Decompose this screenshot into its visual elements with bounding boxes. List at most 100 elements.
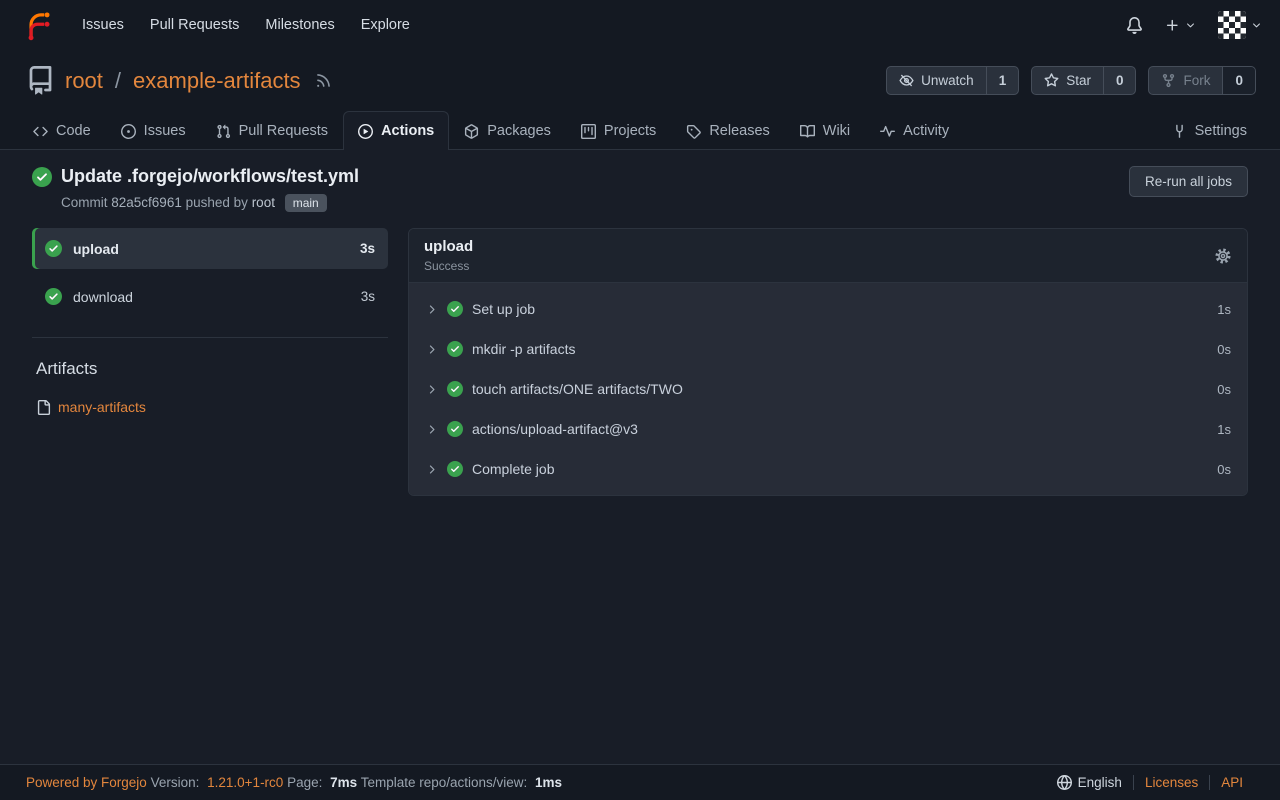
- chevron-right-icon: [425, 343, 438, 356]
- notifications-button[interactable]: [1126, 17, 1143, 34]
- sidebar-divider: [32, 337, 388, 338]
- pull-request-icon: [216, 124, 231, 139]
- footer-info: Powered by Forgejo Version: 1.21.0+1-rc0…: [26, 775, 562, 790]
- tab-issues[interactable]: Issues: [106, 111, 201, 150]
- tag-icon: [686, 124, 701, 139]
- version-link[interactable]: 1.21.0+1-rc0: [207, 775, 283, 790]
- book-icon: [800, 124, 815, 139]
- user-menu[interactable]: [1218, 11, 1262, 39]
- language-selector[interactable]: English: [1046, 775, 1133, 790]
- check-circle-icon: [32, 167, 52, 187]
- nav-explore[interactable]: Explore: [348, 11, 423, 39]
- job-name: download: [73, 289, 133, 305]
- job-item-download[interactable]: download 3s: [32, 276, 388, 317]
- branch-badge[interactable]: main: [285, 194, 327, 212]
- tab-packages[interactable]: Packages: [449, 111, 566, 150]
- steps-list: Set up job 1s mkdir -p artifacts 0s touc…: [409, 283, 1247, 495]
- tab-settings[interactable]: Settings: [1157, 111, 1262, 150]
- commit-hash-link[interactable]: 82a5cf6961: [111, 195, 182, 210]
- pusher-link[interactable]: root: [252, 195, 275, 210]
- job-status: Success: [424, 259, 473, 273]
- plus-icon: [1165, 18, 1180, 33]
- repo-separator: /: [115, 68, 121, 94]
- avatar: [1218, 11, 1246, 39]
- git-fork-icon: [1161, 73, 1176, 88]
- repo-owner-link[interactable]: root: [65, 68, 103, 94]
- play-circle-icon: [358, 124, 373, 139]
- chevron-right-icon: [425, 423, 438, 436]
- job-detail-panel: upload Success Set up job 1s mkdir -p: [408, 228, 1248, 496]
- tab-code[interactable]: Code: [18, 111, 106, 150]
- repo-name-link[interactable]: example-artifacts: [133, 68, 301, 94]
- file-icon: [36, 400, 51, 415]
- top-navbar: Issues Pull Requests Milestones Explore: [0, 0, 1280, 50]
- chevron-down-icon: [1251, 20, 1262, 31]
- step-duration: 0s: [1217, 342, 1231, 357]
- bell-icon: [1126, 17, 1143, 34]
- chevron-right-icon: [425, 463, 438, 476]
- tab-wiki[interactable]: Wiki: [785, 111, 865, 150]
- step-duration: 1s: [1217, 422, 1231, 437]
- forks-count[interactable]: 0: [1222, 67, 1255, 94]
- job-item-upload[interactable]: upload 3s: [32, 228, 388, 269]
- gear-icon: [1214, 247, 1232, 265]
- step-row-touch[interactable]: touch artifacts/ONE artifacts/TWO 0s: [409, 369, 1247, 409]
- job-duration: 3s: [361, 289, 375, 304]
- tab-releases[interactable]: Releases: [671, 111, 784, 150]
- nav-pull-requests[interactable]: Pull Requests: [137, 11, 252, 39]
- step-row-complete[interactable]: Complete job 0s: [409, 449, 1247, 489]
- run-title: Update .forgejo/workflows/test.yml: [32, 166, 359, 187]
- job-duration: 3s: [360, 241, 375, 256]
- main-content: Update .forgejo/workflows/test.yml Commi…: [0, 150, 1280, 764]
- check-circle-icon: [447, 461, 463, 477]
- check-circle-icon: [447, 381, 463, 397]
- star-button[interactable]: Star 0: [1031, 66, 1136, 95]
- step-row-mkdir[interactable]: mkdir -p artifacts 0s: [409, 329, 1247, 369]
- api-link[interactable]: API: [1209, 775, 1254, 790]
- stars-count[interactable]: 0: [1103, 67, 1136, 94]
- check-circle-icon: [45, 288, 62, 305]
- step-row-setup[interactable]: Set up job 1s: [409, 289, 1247, 329]
- check-circle-icon: [447, 421, 463, 437]
- tab-activity[interactable]: Activity: [865, 111, 964, 150]
- licenses-link[interactable]: Licenses: [1133, 775, 1209, 790]
- step-row-upload-artifact[interactable]: actions/upload-artifact@v3 1s: [409, 409, 1247, 449]
- issue-icon: [121, 124, 136, 139]
- forgejo-logo-icon[interactable]: [22, 10, 53, 41]
- job-name: upload: [73, 241, 119, 257]
- template-time: 1ms: [535, 775, 562, 790]
- check-circle-icon: [447, 301, 463, 317]
- rerun-all-jobs-button[interactable]: Re-run all jobs: [1129, 166, 1248, 197]
- project-icon: [581, 124, 596, 139]
- chevron-right-icon: [425, 383, 438, 396]
- jobs-sidebar: upload 3s download 3s Artifacts many-art…: [32, 228, 388, 415]
- chevron-down-icon: [1185, 20, 1196, 31]
- job-options-button[interactable]: [1214, 247, 1232, 265]
- unwatch-button[interactable]: Unwatch 1: [886, 66, 1019, 95]
- watchers-count[interactable]: 1: [986, 67, 1019, 94]
- tab-actions[interactable]: Actions: [343, 111, 449, 150]
- step-duration: 1s: [1217, 302, 1231, 317]
- check-circle-icon: [45, 240, 62, 257]
- powered-by-link[interactable]: Powered by Forgejo: [26, 775, 147, 790]
- step-duration: 0s: [1217, 462, 1231, 477]
- star-icon: [1044, 73, 1059, 88]
- job-detail-header: upload Success: [409, 229, 1247, 283]
- page-time: 7ms: [330, 775, 357, 790]
- page-header: Issues Pull Requests Milestones Explore: [0, 0, 1280, 150]
- job-detail-title: upload: [424, 238, 473, 255]
- nav-milestones[interactable]: Milestones: [252, 11, 347, 39]
- nav-issues[interactable]: Issues: [69, 11, 137, 39]
- chevron-right-icon: [425, 303, 438, 316]
- tab-projects[interactable]: Projects: [566, 111, 671, 150]
- artifact-link-many-artifacts[interactable]: many-artifacts: [36, 399, 388, 415]
- rss-icon[interactable]: [315, 72, 332, 89]
- artifacts-heading: Artifacts: [36, 359, 388, 379]
- commit-line: Commit 82a5cf6961 pushed by root main: [61, 194, 359, 212]
- tab-pull-requests[interactable]: Pull Requests: [201, 111, 343, 150]
- repo-title: root / example-artifacts: [26, 66, 332, 95]
- create-new-dropdown[interactable]: [1165, 18, 1196, 33]
- eye-slash-icon: [899, 73, 914, 88]
- package-icon: [464, 124, 479, 139]
- fork-button[interactable]: Fork 0: [1148, 66, 1256, 95]
